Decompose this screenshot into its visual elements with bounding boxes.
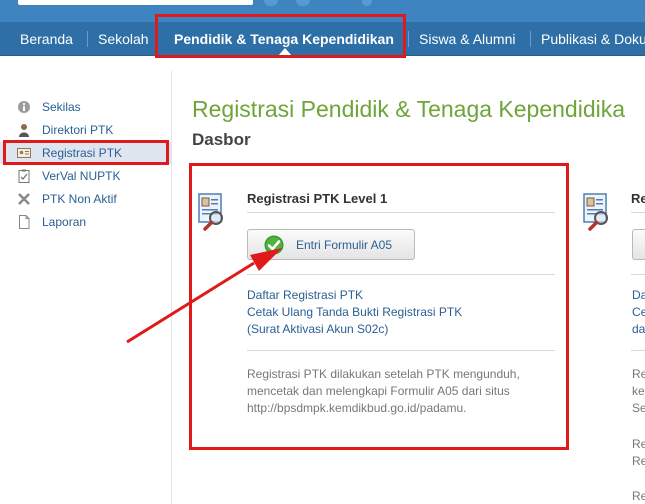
sidebar-item-label: VerVal NUPTK — [42, 169, 121, 183]
sidebar-item-ptk-non-aktif[interactable]: PTK Non Aktif — [0, 188, 172, 210]
link-fragment[interactable]: Da — [632, 288, 645, 302]
header-icon[interactable] — [362, 0, 372, 6]
registration-form-icon — [583, 193, 608, 231]
sidebar-item-label: Laporan — [42, 215, 87, 229]
header-icon[interactable] — [264, 0, 278, 6]
header-icon[interactable] — [296, 0, 310, 6]
x-icon — [18, 193, 30, 205]
person-icon — [19, 124, 29, 137]
info-text: Re — [632, 367, 645, 381]
annotation-box-sidebar — [3, 140, 169, 165]
page-title: Registrasi Pendidik & Tenaga Kependidika — [192, 96, 626, 122]
card-divider — [631, 350, 645, 351]
card-divider — [631, 274, 645, 275]
sidebar-item-direktori-ptk[interactable]: Direktori PTK — [0, 119, 172, 141]
nav-item-publikasi[interactable]: Publikasi & Doku — [541, 22, 645, 56]
search-input[interactable] — [18, 0, 253, 5]
card2-button[interactable] — [632, 229, 645, 260]
link-fragment[interactable]: Ce — [632, 305, 645, 319]
card-divider — [631, 212, 645, 213]
info-text: ke — [632, 384, 645, 398]
nav-item-beranda[interactable]: Beranda — [20, 22, 73, 56]
nav-separator — [530, 31, 531, 47]
info-icon — [18, 101, 30, 113]
nav-separator — [408, 31, 409, 47]
info-text: Re — [632, 489, 645, 503]
page-subtitle: Dasbor — [192, 130, 251, 149]
sidebar-item-sekilas[interactable]: Sekilas — [0, 96, 172, 118]
sidebar-item-label: Sekilas — [42, 100, 81, 114]
document-icon — [19, 215, 30, 229]
info-text: Re — [632, 437, 645, 451]
card-title: Re — [631, 191, 645, 206]
info-text: Se — [632, 401, 645, 415]
sidebar-item-laporan[interactable]: Laporan — [0, 211, 172, 233]
link-fragment[interactable]: da — [632, 322, 645, 336]
info-text: Re — [632, 454, 645, 468]
annotation-box-nav — [155, 14, 406, 58]
sidebar-item-verval-nuptk[interactable]: VerVal NUPTK — [0, 165, 172, 187]
annotation-box-card — [189, 163, 569, 450]
nav-separator — [87, 31, 88, 47]
nav-item-sekolah[interactable]: Sekolah — [98, 22, 149, 56]
sidebar-item-label: PTK Non Aktif — [42, 192, 117, 206]
sidebar-item-label: Direktori PTK — [42, 123, 114, 137]
clipboard-icon — [18, 169, 30, 183]
nav-item-siswa-alumni[interactable]: Siswa & Alumni — [419, 22, 515, 56]
